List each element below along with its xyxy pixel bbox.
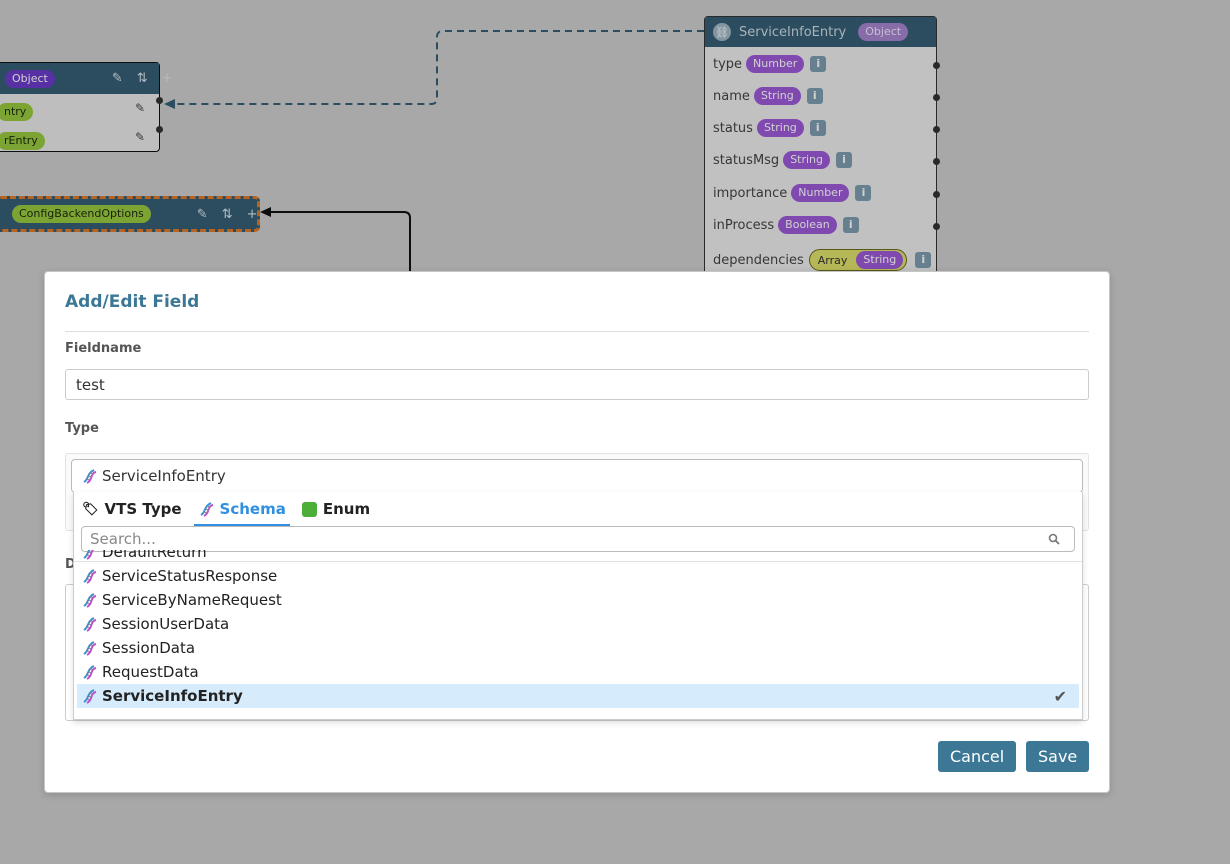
type-dropdown: 🏷 VTS Type Schema Enum DefaultReturn Serv… bbox=[73, 492, 1083, 720]
type-label: Type bbox=[65, 421, 99, 436]
type-tabs: 🏷 VTS Type Schema Enum bbox=[78, 492, 382, 526]
dna-icon bbox=[81, 592, 97, 608]
puzzle-icon bbox=[301, 501, 317, 517]
tab-vts-type[interactable]: 🏷 VTS Type bbox=[78, 500, 186, 526]
tab-label: Schema bbox=[219, 500, 286, 518]
schema-option[interactable]: RequestData bbox=[77, 660, 1079, 684]
tag-icon: 🏷 bbox=[82, 501, 99, 517]
divider bbox=[74, 561, 1082, 562]
cancel-button[interactable]: Cancel bbox=[938, 741, 1016, 772]
tab-label: Enum bbox=[322, 500, 371, 518]
type-select[interactable]: ServiceInfoEntry bbox=[71, 459, 1083, 493]
tab-label: VTS Type bbox=[104, 500, 182, 518]
option-label: ServiceByNameRequest bbox=[102, 591, 282, 609]
tab-enum[interactable]: Enum bbox=[298, 500, 374, 526]
dna-icon bbox=[81, 664, 97, 680]
check-icon: ✔ bbox=[1053, 686, 1067, 706]
dna-icon bbox=[81, 550, 97, 560]
dialog-title: Add/Edit Field bbox=[65, 292, 200, 312]
dna-icon bbox=[81, 468, 97, 484]
option-label: SessionUserData bbox=[102, 615, 230, 633]
dna-icon bbox=[81, 616, 97, 632]
type-select-value: ServiceInfoEntry bbox=[102, 467, 226, 485]
dna-icon bbox=[81, 640, 97, 656]
schema-option[interactable]: SessionUserData bbox=[77, 612, 1079, 636]
schema-option[interactable]: ServiceStatusResponse bbox=[77, 564, 1079, 588]
option-label: SessionData bbox=[102, 639, 196, 657]
option-label: RequestData bbox=[102, 663, 199, 681]
schema-option[interactable]: SessionData bbox=[77, 636, 1079, 660]
option-label: DefaultReturn bbox=[102, 550, 207, 561]
search-box[interactable] bbox=[81, 526, 1075, 552]
search-icon bbox=[1048, 530, 1066, 549]
dna-icon bbox=[81, 688, 97, 704]
save-button[interactable]: Save bbox=[1026, 741, 1089, 772]
tab-schema[interactable]: Schema bbox=[193, 500, 290, 526]
schema-option[interactable]: ServiceInfoEntry ✔ bbox=[77, 684, 1079, 708]
dna-icon bbox=[198, 501, 214, 517]
search-input[interactable] bbox=[82, 527, 1048, 551]
dna-icon bbox=[81, 568, 97, 584]
option-label: ServiceStatusResponse bbox=[102, 567, 278, 585]
fieldname-label: Fieldname bbox=[65, 341, 142, 356]
fieldname-input[interactable] bbox=[65, 369, 1089, 400]
option-label: ServiceInfoEntry bbox=[102, 687, 243, 705]
divider bbox=[65, 331, 1089, 332]
schema-option-list: DefaultReturn ServiceStatusResponse Servic… bbox=[74, 550, 1082, 719]
schema-option[interactable]: ServiceByNameRequest bbox=[77, 588, 1079, 612]
